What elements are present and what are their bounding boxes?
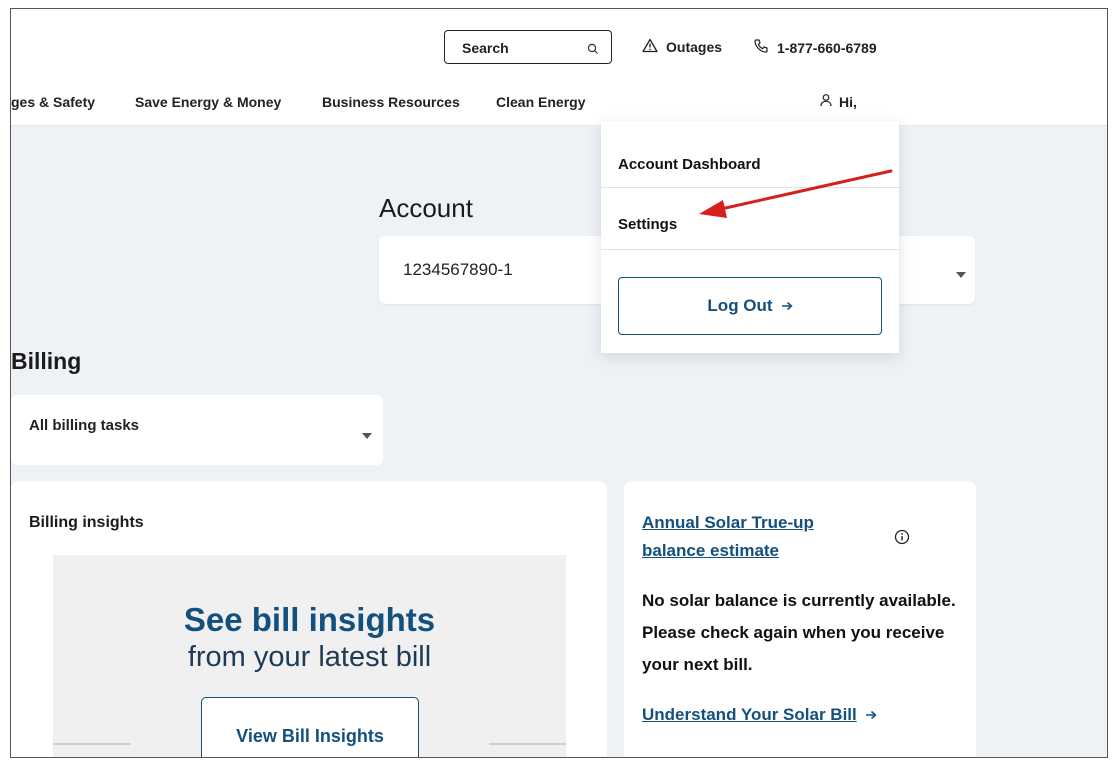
nav-item-save-energy[interactable]: Save Energy & Money	[135, 94, 281, 110]
user-icon	[819, 93, 833, 110]
menu-item-settings[interactable]: Settings	[618, 216, 677, 233]
nav-item-outages-safety[interactable]: ges & Safety	[11, 94, 95, 110]
menu-divider	[601, 249, 899, 250]
account-number: 1234567890-1	[403, 260, 513, 279]
view-bill-insights-button[interactable]: View Bill Insights	[201, 697, 419, 757]
outages-label: Outages	[666, 39, 723, 55]
search-input[interactable]: Search	[444, 30, 612, 64]
account-menu-toggle[interactable]: Hi,	[819, 93, 857, 110]
caret-down-icon	[361, 427, 373, 445]
search-icon[interactable]	[587, 42, 599, 60]
solar-true-up-link[interactable]: Annual Solar True-up balance estimate	[642, 509, 862, 565]
phone-link[interactable]: 1-877-660-6789	[753, 38, 877, 57]
insights-headline: See bill insights	[183, 601, 436, 638]
billing-insights-title: Billing insights	[29, 514, 144, 531]
understand-solar-bill-label: Understand Your Solar Bill	[642, 705, 857, 724]
logout-button[interactable]: Log Out	[618, 277, 882, 335]
logout-label: Log Out	[707, 296, 773, 315]
arrow-right-icon	[865, 705, 877, 725]
nav-item-clean-energy[interactable]: Clean Energy	[496, 94, 585, 110]
understand-solar-bill-link[interactable]: Understand Your Solar Bill	[642, 705, 877, 725]
menu-divider	[601, 187, 899, 188]
utility-header: Search Outages 1-877-660-6789	[11, 9, 1107, 85]
browser-frame: Search Outages 1-877-660-6789 ges & Safe…	[10, 8, 1108, 758]
arrow-right-icon	[781, 296, 793, 316]
phone-icon	[753, 38, 769, 57]
phone-number: 1-877-660-6789	[777, 39, 877, 56]
warning-triangle-icon	[642, 38, 658, 56]
account-heading: Account	[379, 193, 473, 223]
search-label: Search	[462, 40, 509, 56]
billing-insights-card: Billing insights See bill insights from …	[11, 481, 607, 757]
caret-down-icon	[955, 266, 967, 284]
nav-item-business-resources[interactable]: Business Resources	[322, 94, 460, 110]
billing-task-value: All billing tasks	[29, 417, 140, 434]
banner-divider	[489, 743, 566, 745]
billing-heading: Billing	[11, 348, 82, 374]
insights-banner: See bill insights from your latest bill …	[53, 555, 566, 757]
outages-link[interactable]: Outages	[642, 38, 722, 56]
banner-divider	[53, 743, 131, 745]
insights-subheadline: from your latest bill	[187, 641, 432, 673]
solar-balance-message: No solar balance is currently available.…	[642, 591, 956, 674]
account-dropdown-menu: Account Dashboard Settings Log Out	[601, 121, 899, 353]
greeting: Hi,	[839, 93, 857, 110]
menu-item-account-dashboard[interactable]: Account Dashboard	[618, 156, 761, 173]
solar-true-up-card: Annual Solar True-up balance estimate No…	[624, 481, 976, 757]
info-icon[interactable]	[894, 529, 910, 550]
main-nav: ges & Safety Save Energy & Money Busines…	[11, 85, 1107, 126]
billing-task-select[interactable]: All billing tasks	[11, 395, 383, 465]
